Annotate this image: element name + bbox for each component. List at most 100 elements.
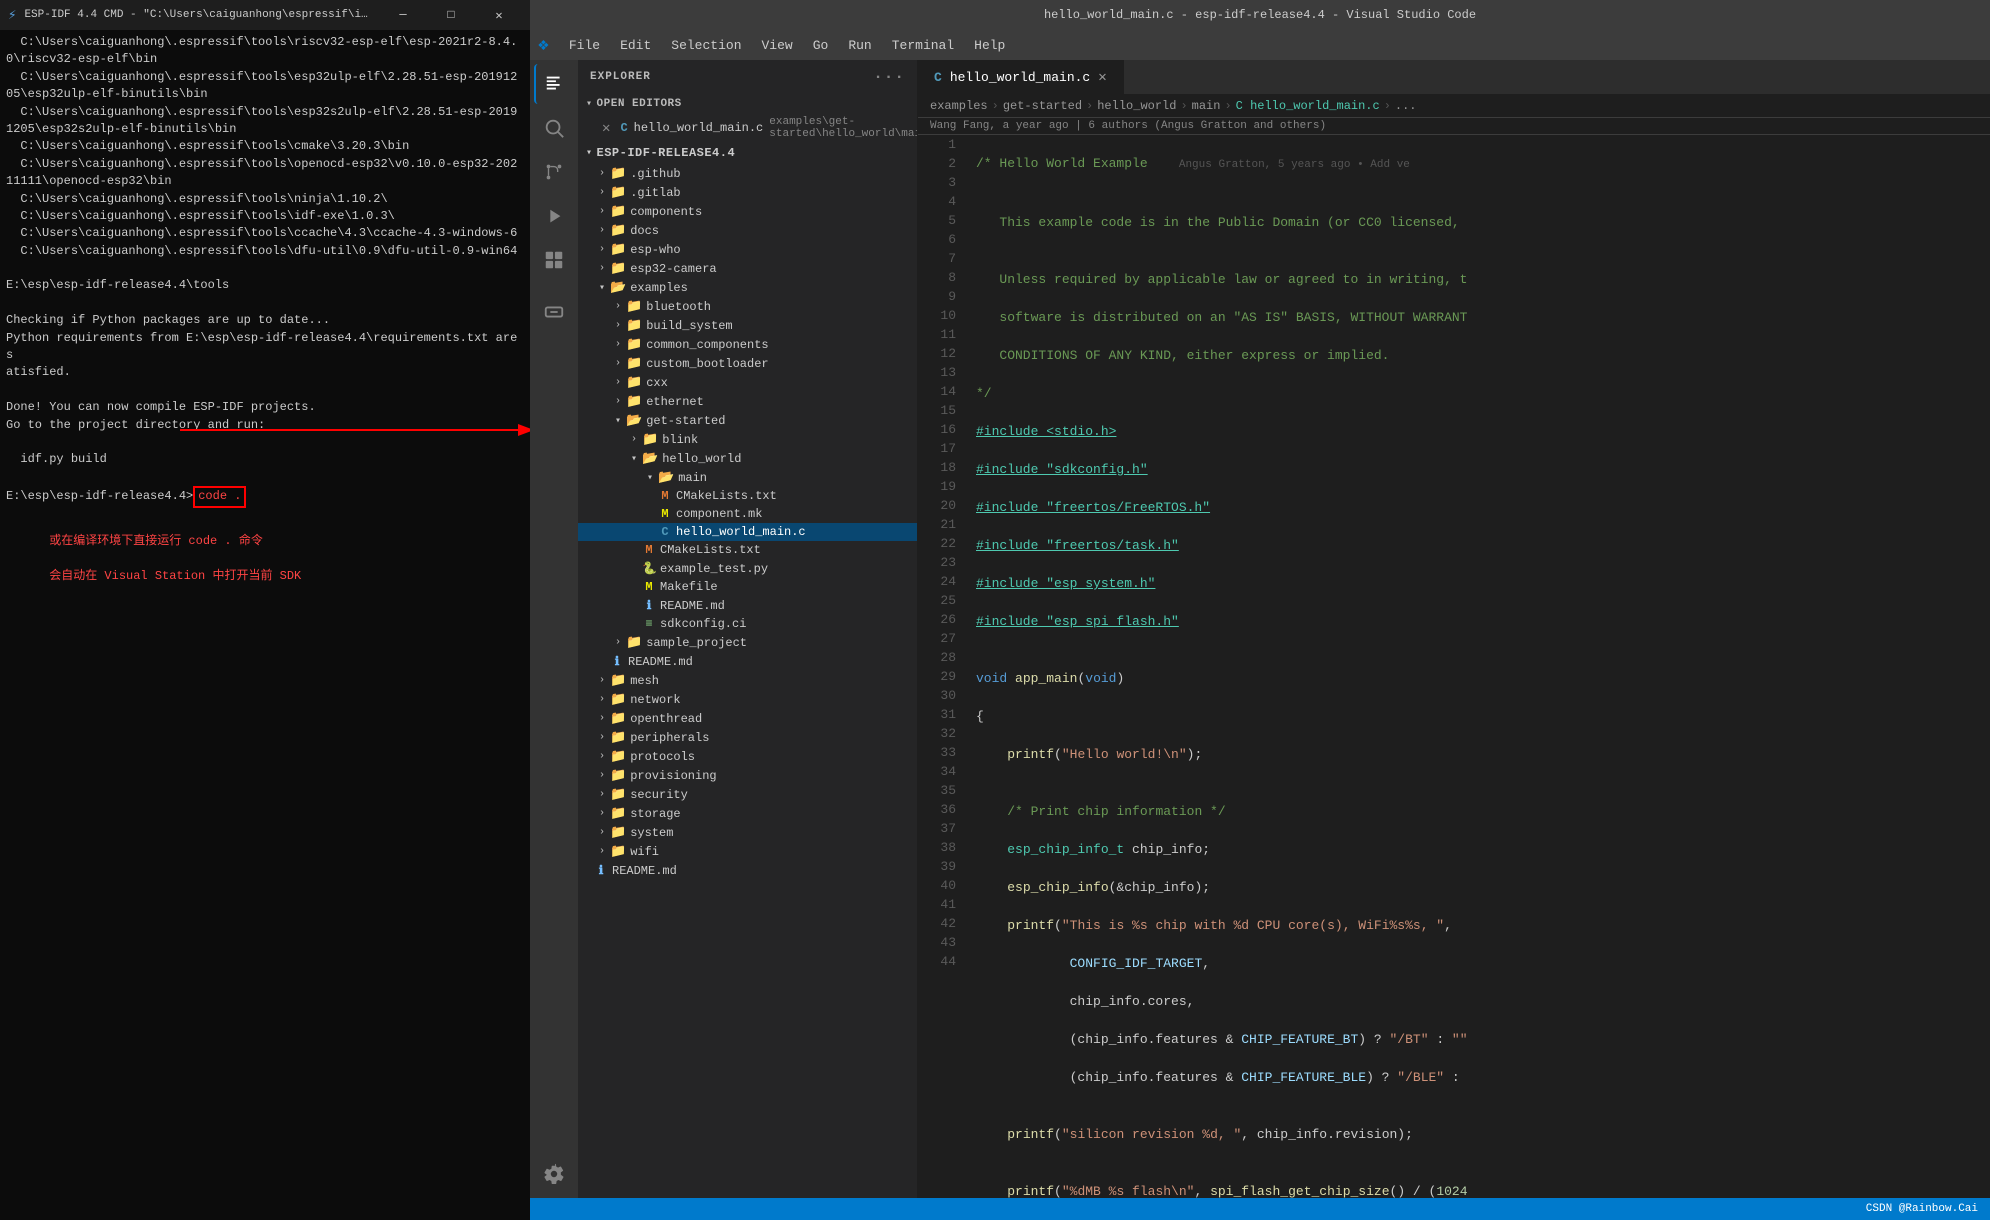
tree-folder-hello-world[interactable]: ▾ 📂 hello_world: [578, 449, 917, 468]
tab-file-icon: C: [934, 70, 942, 85]
tree-folder-esp32-camera[interactable]: › 📁 esp32-camera: [578, 259, 917, 278]
line-num: 29: [918, 667, 956, 686]
folder-name: bluetooth: [646, 300, 711, 314]
tree-file-makefile[interactable]: M Makefile: [578, 578, 917, 596]
close-button[interactable]: ✕: [476, 0, 522, 30]
tree-file-readme-root[interactable]: ℹ README.md: [578, 861, 917, 880]
tree-file-cmakelists-hw[interactable]: M CMakeLists.txt: [578, 541, 917, 559]
breadcrumb-part[interactable]: main: [1192, 99, 1221, 113]
tree-folder-custom-bootloader[interactable]: › 📁 custom_bootloader: [578, 354, 917, 373]
menu-selection[interactable]: Selection: [663, 34, 749, 57]
filename: example_test.py: [660, 562, 768, 576]
code-line: esp_chip_info_t chip_info;: [976, 840, 1990, 859]
line-num: 41: [918, 895, 956, 914]
menu-edit[interactable]: Edit: [612, 34, 659, 57]
tree-folder-openthread[interactable]: › 📁 openthread: [578, 709, 917, 728]
title-bar: ⚡ ESP-IDF 4.4 CMD - "C:\Users\caiguanhon…: [0, 0, 1990, 30]
tree-file-example-test-py[interactable]: 🐍 example_test.py: [578, 559, 917, 578]
tree-folder-protocols[interactable]: › 📁 protocols: [578, 747, 917, 766]
tree-folder-bluetooth[interactable]: › 📁 bluetooth: [578, 297, 917, 316]
breadcrumb-file[interactable]: C hello_world_main.c: [1236, 99, 1380, 113]
folder-arrow: ›: [610, 377, 626, 388]
terminal-line: E:\esp\esp-idf-release4.4\tools: [6, 277, 524, 294]
menu-run[interactable]: Run: [840, 34, 879, 57]
open-editors-section[interactable]: ▾ OPEN EDITORS: [578, 94, 917, 114]
breadcrumb-part[interactable]: get-started: [1003, 99, 1082, 113]
status-bar: CSDN @Rainbow.Cai: [530, 1198, 1990, 1220]
activity-source-control[interactable]: [534, 152, 574, 192]
menu-terminal[interactable]: Terminal: [884, 34, 962, 57]
folder-name: hello_world: [662, 452, 741, 466]
code-editor[interactable]: 1 2 3 4 5 6 7 8 9 10 11 12 13 14: [918, 135, 1990, 1198]
status-bar-text: CSDN @Rainbow.Cai: [1866, 1203, 1978, 1215]
sidebar: EXPLORER ··· ▾ OPEN EDITORS ✕ C hello_wo…: [578, 60, 918, 1198]
tree-file-sdkconfig-ci[interactable]: ≡ sdkconfig.ci: [578, 615, 917, 633]
tree-folder-get-started[interactable]: ▾ 📂 get-started: [578, 411, 917, 430]
tree-folder-github[interactable]: › 📁 .github: [578, 164, 917, 183]
sidebar-content[interactable]: ▾ OPEN EDITORS ✕ C hello_world_main.c ex…: [578, 94, 917, 1198]
activity-search[interactable]: [534, 108, 574, 148]
folder-icon: 📁: [626, 299, 642, 314]
open-editor-item[interactable]: ✕ C hello_world_main.c examples\get-star…: [578, 114, 917, 142]
code-line: {: [976, 707, 1990, 726]
active-tab[interactable]: C hello_world_main.c ✕: [918, 60, 1124, 94]
activity-bar: [530, 60, 578, 1198]
tree-folder-ethernet[interactable]: › 📁 ethernet: [578, 392, 917, 411]
activity-debug[interactable]: [534, 196, 574, 236]
line-num: 23: [918, 553, 956, 572]
minimize-button[interactable]: ─: [380, 0, 426, 30]
terminal-line: 0\riscv32-esp-elf\bin: [6, 51, 524, 68]
root-folder-header[interactable]: ▾ ESP-IDF-RELEASE4.4: [578, 142, 917, 164]
menu-file[interactable]: File: [561, 34, 608, 57]
folder-icon: 📁: [610, 711, 626, 726]
sidebar-menu-button[interactable]: ···: [873, 68, 905, 86]
tree-folder-peripherals[interactable]: › 📁 peripherals: [578, 728, 917, 747]
tree-folder-wifi[interactable]: › 📁 wifi: [578, 842, 917, 861]
tree-folder-components[interactable]: › 📁 components: [578, 202, 917, 221]
breadcrumb-part[interactable]: examples: [930, 99, 988, 113]
tree-folder-mesh[interactable]: › 📁 mesh: [578, 671, 917, 690]
menu-view[interactable]: View: [754, 34, 801, 57]
terminal-line: C:\Users\caiguanhong\.espressif\tools\df…: [6, 243, 524, 260]
breadcrumb-part[interactable]: hello_world: [1097, 99, 1176, 113]
vscode-body: EXPLORER ··· ▾ OPEN EDITORS ✕ C hello_wo…: [530, 60, 1990, 1198]
tree-folder-gitlab[interactable]: › 📁 .gitlab: [578, 183, 917, 202]
tree-folder-main[interactable]: ▾ 📂 main: [578, 468, 917, 487]
tree-folder-build-system[interactable]: › 📁 build_system: [578, 316, 917, 335]
tree-file-readme-examples[interactable]: ℹ README.md: [578, 652, 917, 671]
tree-folder-network[interactable]: › 📁 network: [578, 690, 917, 709]
tree-folder-system[interactable]: › 📁 system: [578, 823, 917, 842]
tree-folder-common-components[interactable]: › 📁 common_components: [578, 335, 917, 354]
info-icon: ℹ: [642, 598, 656, 613]
code-content: /* Hello World Example Angus Gratton, 5 …: [968, 135, 1990, 1198]
tree-file-component-mk[interactable]: M component.mk: [578, 505, 917, 523]
tree-folder-storage[interactable]: › 📁 storage: [578, 804, 917, 823]
close-editor-icon[interactable]: ✕: [602, 120, 610, 137]
tree-file-hello-world-main[interactable]: C hello_world_main.c: [578, 523, 917, 541]
activity-explorer[interactable]: [534, 64, 574, 104]
tree-file-cmakelists-main[interactable]: M CMakeLists.txt: [578, 487, 917, 505]
tree-folder-cxx[interactable]: › 📁 cxx: [578, 373, 917, 392]
breadcrumb-sep: ›: [992, 99, 999, 113]
tree-file-readme-hw[interactable]: ℹ README.md: [578, 596, 917, 615]
menu-go[interactable]: Go: [805, 34, 837, 57]
code-line: #include "freertos/FreeRTOS.h": [976, 498, 1990, 517]
tree-folder-examples[interactable]: ▾ 📂 examples: [578, 278, 917, 297]
activity-settings[interactable]: [534, 1154, 574, 1194]
line-num: 37: [918, 819, 956, 838]
tree-folder-security[interactable]: › 📁 security: [578, 785, 917, 804]
tab-close-button[interactable]: ✕: [1098, 69, 1106, 86]
menu-help[interactable]: Help: [966, 34, 1013, 57]
tree-folder-sample-project[interactable]: › 📁 sample_project: [578, 633, 917, 652]
tree-folder-provisioning[interactable]: › 📁 provisioning: [578, 766, 917, 785]
tree-folder-docs[interactable]: › 📁 docs: [578, 221, 917, 240]
activity-extensions[interactable]: [534, 240, 574, 280]
folder-name: provisioning: [630, 769, 716, 783]
code-line: esp_chip_info(&chip_info);: [976, 878, 1990, 897]
tree-folder-blink[interactable]: › 📁 blink: [578, 430, 917, 449]
tree-folder-esp-who[interactable]: › 📁 esp-who: [578, 240, 917, 259]
maximize-button[interactable]: □: [428, 0, 474, 30]
filename: component.mk: [676, 507, 762, 521]
activity-esp-idf[interactable]: [534, 292, 574, 332]
line-num: 20: [918, 496, 956, 515]
